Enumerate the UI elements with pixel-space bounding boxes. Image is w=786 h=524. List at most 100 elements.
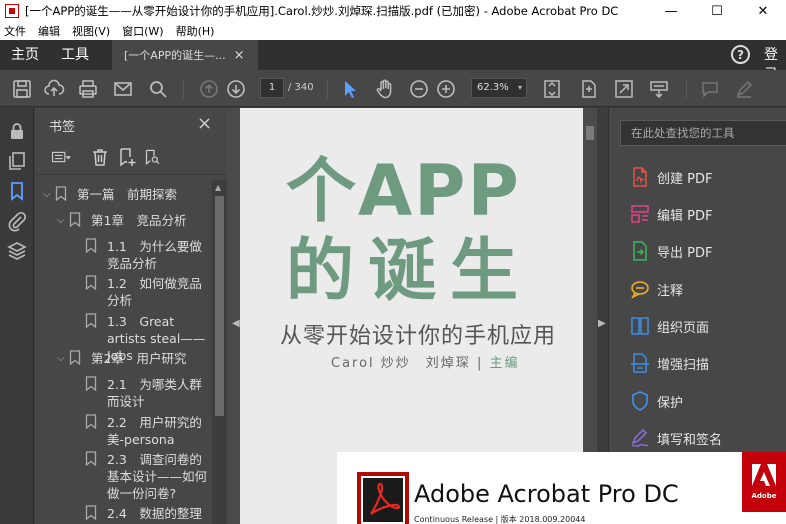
bookmark-icon (85, 275, 97, 291)
upload-cloud-icon[interactable] (43, 78, 65, 100)
tool-create-pdf[interactable]: 创建 PDF (629, 166, 712, 188)
prev-page-icon[interactable] (198, 78, 220, 100)
bookmark-item[interactable]: 2.3 调查问卷的基本设计——如何做一份问卷? (85, 451, 209, 502)
main-toolbar: 1 / 340 62.3% ▾ (0, 70, 786, 107)
bookmarks-scrollbar[interactable]: ▲ (212, 180, 227, 524)
bookmark-label: 2.3 调查问卷的基本设计——如何做一份问卷? (107, 452, 208, 501)
tab-home[interactable]: 主页 (0, 40, 50, 70)
keyboard-scroll-icon[interactable] (648, 78, 670, 100)
new-bookmark-icon[interactable] (117, 147, 137, 167)
scrollbar-thumb[interactable] (215, 196, 224, 416)
chevron-down-icon[interactable]: ⌵ (57, 350, 69, 367)
bookmark-icon (69, 350, 81, 366)
bookmark-item[interactable]: 2.1 为哪类人群而设计 (85, 376, 209, 410)
bookmark-icon (85, 376, 97, 392)
tool-organize-pages[interactable]: 组织页面 (629, 315, 709, 337)
splash-screen: Adobe Acrobat Pro DC Continuous Release … (337, 452, 786, 524)
menu-edit[interactable]: 编辑 (38, 23, 60, 39)
chevron-down-icon[interactable]: ⌵ (57, 212, 69, 229)
menu-file[interactable]: 文件 (4, 23, 26, 39)
bookmark-item[interactable]: ⌵ 第1章 竞品分析 (57, 212, 211, 229)
tab-tools[interactable]: 工具 (50, 40, 100, 70)
close-panel-icon[interactable]: × (197, 113, 212, 134)
bookmark-item[interactable]: 1.1 为什么要做竞品分析 (85, 238, 209, 272)
toolbar-separator (183, 80, 184, 98)
chevron-down-icon: ▾ (517, 83, 522, 92)
tool-edit-pdf[interactable]: 编辑 PDF (629, 203, 712, 225)
tool-label: 增强扫描 (657, 357, 710, 373)
cover-subtitle: 从零开始设计你的手机应用 (280, 324, 557, 349)
layers-icon[interactable] (6, 240, 28, 262)
page-thumbnails-icon[interactable] (6, 150, 28, 172)
bookmark-label: 1.2 如何做竞品分析 (107, 276, 202, 308)
tool-export-pdf[interactable]: 导出 PDF (629, 240, 712, 262)
bookmarks-panel: 书签 × ⌵ 第一篇 前期探索 ⌵ 第1章 竞品分析 1.1 为什么要做竞品分析 (35, 108, 227, 524)
bookmark-item[interactable]: 1.2 如何做竞品分析 (85, 275, 209, 309)
menu-view[interactable]: 视图(V) (72, 23, 110, 39)
email-icon[interactable] (112, 78, 134, 100)
acrobat-app-icon (5, 4, 19, 18)
scroll-mode-icon[interactable] (541, 78, 563, 100)
menu-window[interactable]: 窗口(W) (122, 23, 163, 39)
bookmark-item[interactable]: 2.2 用户研究的美-persona (85, 414, 209, 448)
options-menu-icon[interactable] (51, 147, 77, 167)
hand-tool-icon[interactable] (374, 78, 396, 100)
zoom-out-icon[interactable] (408, 78, 430, 100)
close-tab-icon[interactable]: × (234, 48, 245, 63)
tool-comment[interactable]: 注释 (629, 278, 683, 300)
export-pdf-icon (629, 240, 651, 262)
minimize-button[interactable]: — (648, 0, 694, 22)
help-icon[interactable]: ? (731, 45, 750, 64)
bookmark-item[interactable]: 2.4 数据的整理与分析 (85, 505, 209, 524)
search-icon[interactable] (147, 78, 169, 100)
collapse-right-panel-icon[interactable]: ▶ (598, 318, 606, 329)
select-cursor-icon[interactable] (339, 78, 361, 100)
tool-fill-sign[interactable]: 填写和签名 (629, 427, 722, 449)
tool-enhance-scan[interactable]: 增强扫描 (629, 352, 709, 374)
adobe-badge-text: Adobe (751, 492, 777, 500)
window-title-bar: [一个APP的诞生——从零开始设计你的手机应用].Carol.炒炒.刘焯琛.扫描… (0, 0, 786, 22)
print-icon[interactable] (77, 78, 99, 100)
lock-icon[interactable] (6, 120, 28, 142)
bookmark-tree: ⌵ 第一篇 前期探索 ⌵ 第1章 竞品分析 1.1 为什么要做竞品分析 1.2 … (35, 180, 211, 524)
tool-search-input[interactable]: 在此处查找您的工具 (620, 120, 786, 146)
scrollbar-thumb[interactable] (586, 126, 594, 140)
comment-icon[interactable] (699, 78, 721, 100)
bookmark-label: 2.1 为哪类人群而设计 (107, 377, 202, 409)
menu-help[interactable]: 帮助(H) (176, 23, 215, 39)
delete-bookmark-icon[interactable] (90, 147, 110, 167)
zoom-level-value: 62.3% (477, 82, 509, 93)
bookmark-properties-icon[interactable] (144, 147, 168, 167)
bookmark-item[interactable]: ⌵ 第2章 用户研究 (57, 350, 211, 367)
attachment-icon[interactable] (6, 210, 28, 232)
create-pdf-icon (629, 166, 651, 188)
full-screen-icon[interactable] (613, 78, 635, 100)
tool-protect[interactable]: 保护 (629, 390, 683, 412)
tool-label: 填写和签名 (657, 432, 723, 448)
next-page-icon[interactable] (225, 78, 247, 100)
author-names: Carol 炒炒 刘焯琛 (331, 356, 471, 371)
bookmark-icon (55, 186, 67, 202)
close-window-button[interactable]: ✕ (740, 0, 786, 22)
author-role: 主编 (489, 356, 520, 371)
tool-label: 保护 (657, 395, 684, 411)
page-number-input[interactable]: 1 (260, 78, 284, 98)
pen-icon[interactable] (733, 78, 755, 100)
acrobat-logo-icon (357, 472, 409, 524)
bookmark-item[interactable]: ⌵ 第一篇 前期探索 (43, 186, 211, 203)
tab-document[interactable]: [一个APP的诞生—... × (112, 40, 258, 70)
zoom-in-icon[interactable] (435, 78, 457, 100)
maximize-button[interactable]: ☐ (694, 0, 740, 22)
chevron-down-icon[interactable]: ⌵ (43, 186, 55, 203)
bookmark-icon (69, 212, 81, 228)
fit-page-icon[interactable] (578, 78, 600, 100)
scroll-up-icon[interactable]: ▲ (215, 183, 221, 192)
fill-sign-icon (629, 427, 651, 449)
tool-label: 编辑 PDF (657, 208, 713, 224)
save-icon[interactable] (11, 78, 33, 100)
bookmark-label: 第1章 竞品分析 (91, 213, 187, 228)
tool-label: 导出 PDF (657, 245, 713, 261)
collapse-left-panel-icon[interactable]: ◀ (232, 318, 240, 329)
bookmark-icon[interactable] (6, 180, 28, 202)
zoom-level-select[interactable]: 62.3% ▾ (471, 78, 527, 98)
